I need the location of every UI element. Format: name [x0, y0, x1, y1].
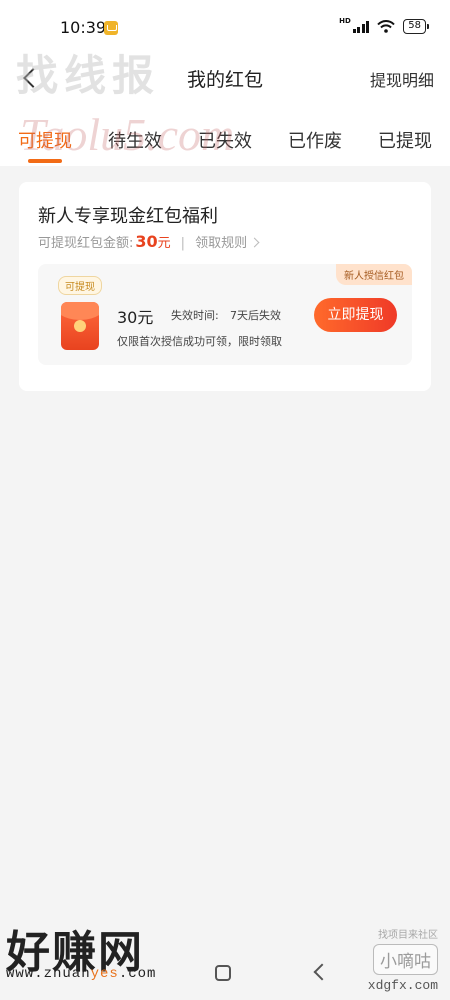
watermark-bottom-right-caption: 找项目来社区 — [378, 930, 438, 941]
tab-withdrawn[interactable]: 已提现 — [378, 127, 432, 153]
item-amount: 30元 — [117, 308, 154, 327]
status-badge: 可提现 — [58, 276, 102, 295]
expire-value: 7天后失效 — [230, 309, 281, 322]
tab-voided[interactable]: 已作废 — [288, 127, 342, 153]
amount-unit: 元 — [157, 236, 171, 251]
type-badge: 新人授信红包 — [336, 264, 412, 285]
withdraw-details-link[interactable]: 提现明细 — [370, 67, 434, 91]
status-bar: 10:39 HD 58 — [0, 14, 450, 42]
withdraw-now-button[interactable]: 立即提现 — [314, 298, 397, 332]
hd-label: HD — [339, 16, 351, 25]
card-title: 新人专享现金红包福利 — [38, 206, 218, 227]
status-time: 10:39 — [60, 18, 107, 37]
notification-icon — [104, 21, 118, 35]
rules-link[interactable]: 领取规则 — [195, 232, 247, 251]
signal-icon — [352, 20, 370, 33]
red-packet-card: 新人专享现金红包福利 可提现红包金额: 30 元 | 领取规则 可提现 新人授信… — [19, 182, 431, 391]
system-nav-bar — [0, 946, 450, 1000]
amount-label: 可提现红包金额: — [38, 236, 134, 251]
red-packet-item: 可提现 新人授信红包 30元 失效时间: 7天后失效 仅限首次授信成功可领，限时… — [38, 264, 412, 365]
home-icon[interactable] — [215, 965, 231, 981]
battery-icon: 58 — [403, 19, 429, 34]
expire-label: 失效时间: — [171, 309, 219, 322]
red-packet-icon — [61, 302, 99, 350]
wifi-icon — [377, 20, 395, 33]
back-icon[interactable] — [313, 963, 331, 981]
watermark-mid: Taolu5.com — [20, 109, 235, 160]
item-note: 仅限首次授信成功可领，限时领取 — [117, 335, 282, 348]
card-summary: 可提现红包金额: 30 元 | 领取规则 — [38, 232, 260, 251]
amount-value: 30 — [135, 232, 158, 251]
status-indicators: HD 58 — [339, 16, 429, 34]
watermark-top: 找线报 — [16, 51, 161, 100]
chevron-right-icon — [249, 237, 260, 248]
separator: | — [180, 236, 186, 251]
